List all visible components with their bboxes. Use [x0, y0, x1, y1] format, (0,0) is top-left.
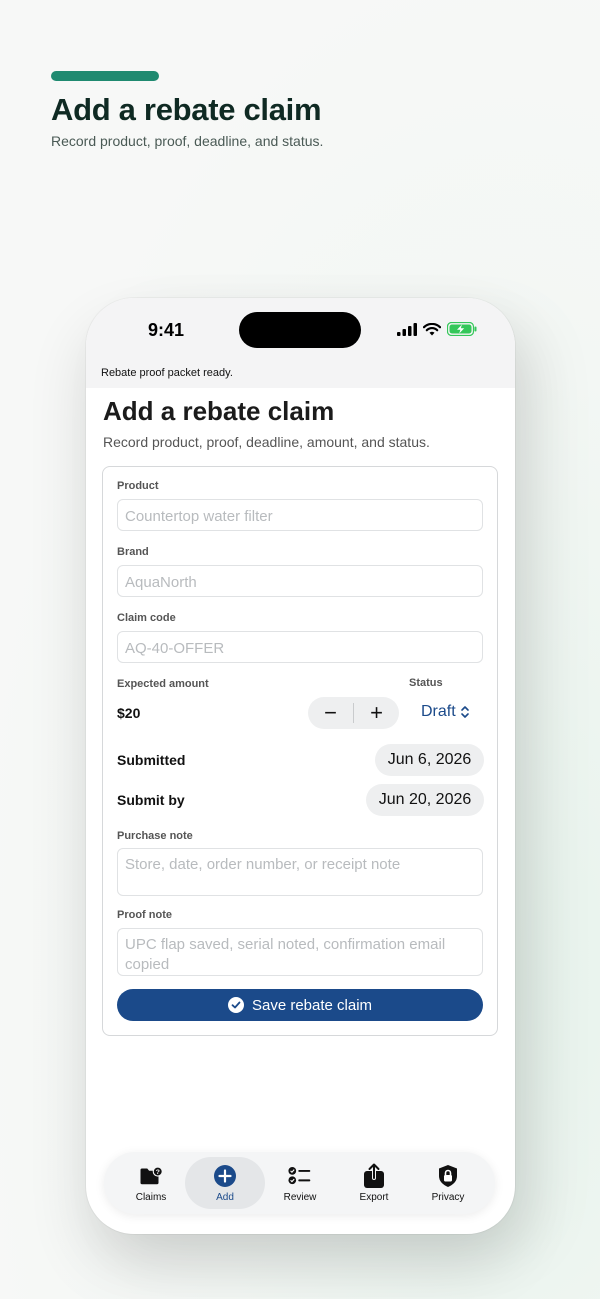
toast-message: Rebate proof packet ready. — [101, 367, 233, 379]
expected-amount-value: $20 — [117, 705, 141, 721]
tab-label: Claims — [135, 1191, 167, 1203]
plus-circle-icon — [213, 1164, 237, 1188]
checkmark-circle-icon — [227, 997, 244, 1013]
decrement-button[interactable]: − — [308, 697, 353, 729]
save-label: Save rebate claim — [251, 996, 373, 1014]
submit-by-date-picker[interactable]: Jun 20, 2026 — [366, 784, 484, 816]
purchase-note-label: Purchase note — [117, 830, 193, 842]
tab-review[interactable]: Review — [263, 1152, 337, 1214]
brand-input[interactable]: AquaNorth — [117, 565, 483, 597]
submitted-label: Submitted — [117, 752, 186, 768]
status-time: 9:41 — [148, 320, 185, 340]
tab-privacy[interactable]: Privacy — [411, 1152, 485, 1214]
status-icons — [397, 322, 477, 336]
brand-label: Brand — [117, 546, 149, 558]
page-subtitle: Record product, proof, deadline, amount,… — [103, 434, 430, 450]
hero-title: Add a rebate claim — [51, 92, 322, 127]
lock-shield-icon — [436, 1164, 460, 1188]
status-select[interactable]: Draft — [421, 703, 470, 721]
submitted-date-picker[interactable]: Jun 6, 2026 — [375, 744, 484, 776]
save-rebate-claim-button[interactable]: Save rebate claim — [117, 989, 483, 1021]
increment-button[interactable]: + — [354, 697, 399, 729]
amount-stepper: − + — [308, 697, 399, 729]
proof-note-input[interactable]: UPC flap saved, serial noted, confirmati… — [117, 928, 483, 976]
purchase-note-input[interactable]: Store, date, order number, or receipt no… — [117, 848, 483, 896]
submit-by-label: Submit by — [117, 792, 185, 808]
product-label: Product — [117, 480, 159, 492]
claim-form: Product Countertop water filter Brand Aq… — [102, 466, 498, 1036]
dynamic-island — [239, 312, 361, 348]
tab-label: Add — [216, 1191, 234, 1203]
status-value: Draft — [421, 703, 456, 720]
battery-charging-icon — [447, 322, 477, 336]
tab-label: Privacy — [431, 1191, 465, 1203]
expected-amount-label: Expected amount — [117, 678, 209, 690]
tab-label: Review — [283, 1191, 317, 1203]
hero-subtitle: Record product, proof, deadline, and sta… — [51, 133, 324, 149]
status-label: Status — [409, 677, 443, 689]
status-bar: 9:41 Rebate proof packet ready. — [86, 298, 515, 388]
proof-note-label: Proof note — [117, 909, 172, 921]
phone-frame: 9:41 Rebate proof packet ready. Add a re… — [86, 298, 515, 1234]
product-input[interactable]: Countertop water filter — [117, 499, 483, 531]
tab-claims[interactable]: ? Claims — [114, 1152, 188, 1214]
tab-export[interactable]: Export — [337, 1152, 411, 1214]
wifi-icon — [423, 322, 441, 335]
svg-text:?: ? — [156, 1169, 160, 1176]
claim-code-label: Claim code — [117, 612, 176, 624]
chevron-up-down-icon — [460, 706, 469, 718]
tab-label: Export — [359, 1191, 389, 1203]
share-icon — [362, 1162, 386, 1188]
signal-icon — [397, 322, 417, 336]
tab-add[interactable]: Add — [185, 1157, 265, 1209]
accent-bar — [51, 71, 159, 81]
tab-bar: ? Claims Add Review Export Privacy — [104, 1152, 495, 1214]
page-title: Add a rebate claim — [103, 396, 335, 426]
claim-code-input[interactable]: AQ-40-OFFER — [117, 631, 483, 663]
folder-badge-icon: ? — [139, 1164, 163, 1188]
checklist-icon — [288, 1164, 312, 1188]
